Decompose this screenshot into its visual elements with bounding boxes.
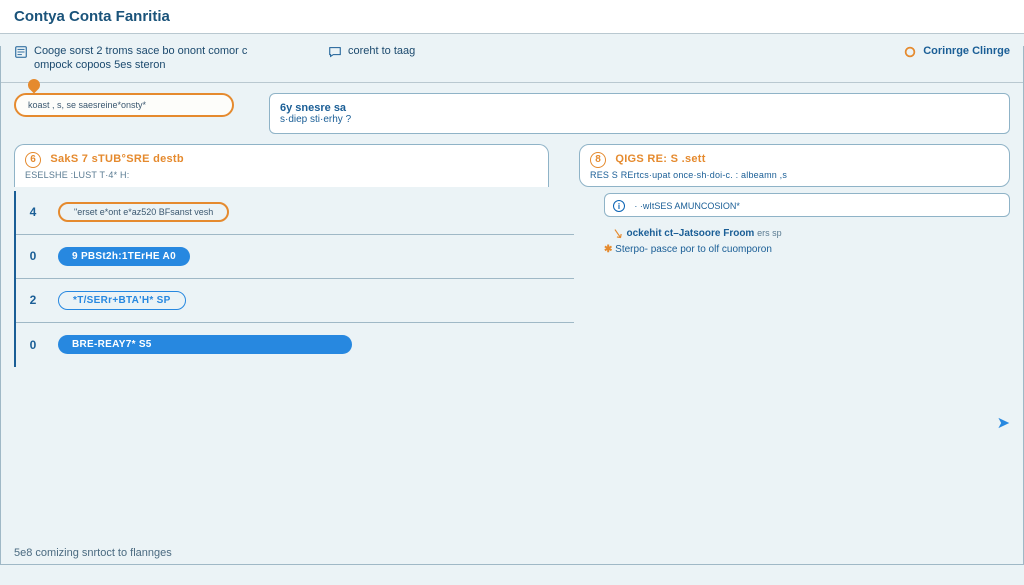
card-right[interactable]: 8 QIGS RE: S .sett RES S RErtcs·upat onc… — [579, 144, 1010, 187]
page-icon — [14, 45, 28, 59]
card-title: SakS 7 sTUB°SRE destb — [50, 153, 184, 165]
card-left[interactable]: 6 SakS 7 sTUB°SRE destb ESELSHE :LUST T·… — [14, 144, 549, 187]
tab-columns[interactable]: Cooge sorst 2 troms sace bo onont comor … — [14, 44, 274, 82]
step-number: 6 — [25, 152, 41, 168]
side-column: i · ·wItSES AMUNCOSION* ↘ ockehit ct–Jat… — [604, 187, 1010, 367]
side-notes: ↘ ockehit ct–Jatsoore Froom ers sp ✱ Ste… — [604, 223, 1010, 255]
badge-text: · ·wItSES AMUNCOSION* — [634, 201, 740, 211]
row-number: 0 — [16, 249, 50, 263]
list-column: 4 "erset e*ont e*az520 BFsanst vesh 0 9 … — [14, 187, 574, 367]
panel-line2: s·diep sti·erhy ? — [280, 114, 999, 125]
right-col: 6y snesre sa s·diep sti·erhy ? — [269, 93, 1010, 134]
left-col: koast , s, se saesreine*onsty* — [14, 93, 269, 134]
row-button[interactable]: BRE-REAY7* S5 — [58, 335, 352, 354]
info-panel: 6y snesre sa s·diep sti·erhy ? — [269, 93, 1010, 134]
card-title: QIGS RE: S .sett — [615, 153, 705, 165]
side-badge[interactable]: i · ·wItSES AMUNCOSION* — [604, 193, 1010, 218]
list-item[interactable]: 4 "erset e*ont e*az520 BFsanst vesh — [16, 191, 574, 235]
row-number: 2 — [16, 293, 50, 307]
note-line: Sterpo- pasce por to olf cuomporon — [615, 244, 772, 255]
main-content: koast , s, se saesreine*onsty* 6y snesre… — [0, 83, 1024, 373]
footer-note: 5e8 comizing snrtoct to flannges — [14, 547, 172, 559]
highlighted-field[interactable]: koast , s, se saesreine*onsty* — [14, 93, 234, 117]
tab-bar: Cooge sorst 2 troms sace bo onont comor … — [0, 34, 1024, 83]
up-arrow-icon: ➤ — [997, 413, 1010, 433]
arrow-icon: ↘ — [611, 224, 626, 243]
step-list: 4 "erset e*ont e*az520 BFsanst vesh 0 9 … — [14, 191, 574, 367]
cards-row: 6 SakS 7 sTUB°SRE destb ESELSHE :LUST T·… — [14, 144, 1010, 187]
row-number: 0 — [16, 338, 50, 352]
dot-icon — [903, 45, 917, 59]
row-number: 4 — [16, 205, 50, 219]
row-pill[interactable]: "erset e*ont e*az520 BFsanst vesh — [58, 202, 229, 222]
list-item[interactable]: 2 *T/SERr+BTA'H* SP — [16, 279, 574, 323]
card-sub: ESELSHE :LUST T·4* H: — [25, 170, 538, 180]
tab-configure[interactable]: Corinrge Clinrge — [903, 44, 1010, 82]
card-sub: RES S RErtcs·upat once·sh·doi-c. : albea… — [590, 170, 999, 180]
tab-label: Cooge sorst 2 troms sace bo onont comor … — [34, 44, 274, 72]
list-item[interactable]: 0 BRE-REAY7* S5 — [16, 323, 574, 367]
step-number: 8 — [590, 152, 606, 168]
row-button[interactable]: 9 PBSt2h:1TErHE A0 — [58, 247, 190, 266]
note-sub: ers sp — [757, 228, 782, 238]
chat-icon — [328, 45, 342, 59]
tab-content[interactable]: coreht to taag — [328, 44, 415, 82]
tab-label: Corinrge Clinrge — [923, 44, 1010, 58]
list-item[interactable]: 0 9 PBSt2h:1TErHE A0 — [16, 235, 574, 279]
info-icon: i — [613, 200, 625, 212]
app-header: Contya Conta Fanritia — [0, 0, 1024, 34]
note-key: ockehit ct–Jatsoore Froom — [627, 228, 755, 239]
row-button[interactable]: *T/SERr+BTA'H* SP — [58, 291, 186, 310]
tab-label: coreht to taag — [348, 44, 415, 58]
page-title: Contya Conta Fanritia — [14, 8, 170, 25]
panel-line1: 6y snesre sa — [280, 102, 999, 114]
